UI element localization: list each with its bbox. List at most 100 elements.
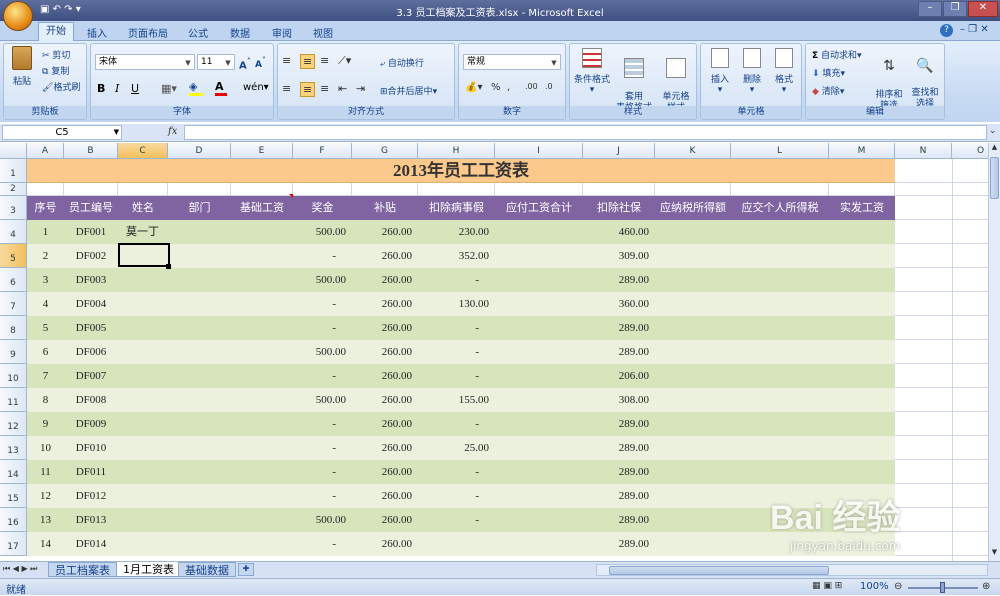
column-header-a[interactable]: A: [27, 143, 64, 159]
cell-name[interactable]: [118, 436, 168, 460]
cell-social-security[interactable]: 289.00: [583, 340, 655, 364]
cell-number[interactable]: 2: [27, 244, 64, 268]
expand-formula-icon[interactable]: ⌄: [989, 126, 997, 136]
cell-allowance[interactable]: 260.00: [352, 388, 418, 412]
tab-insert[interactable]: 插入: [87, 25, 107, 40]
cell-bonus[interactable]: -: [293, 412, 352, 436]
header-cell[interactable]: 应纳税所得额: [655, 196, 731, 220]
column-header-d[interactable]: D: [168, 143, 231, 159]
cell-bonus[interactable]: -: [293, 364, 352, 388]
cell-bonus[interactable]: 500.00: [293, 340, 352, 364]
column-header-c[interactable]: C: [118, 143, 168, 159]
font-name-combo[interactable]: 宋体 ▼: [95, 54, 195, 70]
empty-cell[interactable]: [27, 183, 64, 196]
cell-social-security[interactable]: 289.00: [583, 484, 655, 508]
cell-sick-leave[interactable]: 155.00: [418, 388, 495, 412]
cell-social-security[interactable]: 360.00: [583, 292, 655, 316]
underline-button[interactable]: U: [131, 82, 139, 95]
header-cell[interactable]: 扣除病事假: [418, 196, 495, 220]
increase-indent-button[interactable]: ⇥: [356, 82, 365, 95]
column-header-i[interactable]: I: [495, 143, 583, 159]
format-cells-button[interactable]: 格式 ▾: [769, 48, 799, 95]
column-header-f[interactable]: F: [293, 143, 352, 159]
sheet-title[interactable]: 2013年员工工资表: [27, 159, 895, 183]
cell-bonus[interactable]: 500.00: [293, 220, 352, 244]
column-header-k[interactable]: K: [655, 143, 731, 159]
cell-allowance[interactable]: 260.00: [352, 268, 418, 292]
cell-number[interactable]: 4: [27, 292, 64, 316]
cell-number[interactable]: 7: [27, 364, 64, 388]
cell-employee-id[interactable]: DF011: [64, 460, 118, 484]
cell-allowance[interactable]: 260.00: [352, 460, 418, 484]
empty-cell[interactable]: [352, 183, 418, 196]
cell-employee-id[interactable]: DF008: [64, 388, 118, 412]
row-header-3[interactable]: 3: [0, 196, 27, 220]
align-center-button[interactable]: ≡: [300, 82, 316, 97]
merge-center-button[interactable]: ⊞合并后居中▾: [380, 84, 437, 97]
cell-sick-leave[interactable]: 130.00: [418, 292, 495, 316]
cell-bonus[interactable]: -: [293, 316, 352, 340]
percent-button[interactable]: %: [491, 82, 501, 93]
cell-bonus[interactable]: -: [293, 532, 352, 556]
align-middle-button[interactable]: ≡: [300, 54, 316, 69]
decrease-decimal-button[interactable]: .0: [545, 82, 553, 91]
cut-button[interactable]: ✂ 剪切: [42, 48, 70, 61]
empty-cell[interactable]: [418, 183, 495, 196]
cell-social-security[interactable]: 289.00: [583, 460, 655, 484]
header-cell[interactable]: 奖金: [293, 196, 352, 220]
cell-sick-leave[interactable]: -: [418, 484, 495, 508]
restore-icon[interactable]: ❐: [943, 1, 967, 17]
doc-window-controls[interactable]: – ❐ ✕: [960, 24, 989, 35]
row-header-17[interactable]: 17: [0, 532, 27, 556]
scroll-thumb[interactable]: [990, 157, 999, 199]
zoom-out-icon[interactable]: ⊖: [894, 581, 902, 592]
column-header-j[interactable]: J: [583, 143, 655, 159]
fx-button[interactable]: fx: [168, 126, 177, 137]
header-cell[interactable]: 基础工资: [231, 196, 293, 220]
zoom-slider-thumb[interactable]: [940, 582, 945, 593]
number-format-combo[interactable]: 常规 ▼: [463, 54, 561, 70]
row-header-1[interactable]: 1: [0, 159, 27, 183]
cell-name[interactable]: [118, 340, 168, 364]
cell-allowance[interactable]: 260.00: [352, 292, 418, 316]
cell-employee-id[interactable]: DF005: [64, 316, 118, 340]
grow-font-button[interactable]: A˄: [239, 56, 251, 71]
header-cell[interactable]: 应付工资合计: [495, 196, 583, 220]
cell-social-security[interactable]: 289.00: [583, 532, 655, 556]
cell-number[interactable]: 3: [27, 268, 64, 292]
cell-sick-leave[interactable]: -: [418, 508, 495, 532]
cell-employee-id[interactable]: DF002: [64, 244, 118, 268]
cell-name[interactable]: 莫一丁: [118, 220, 168, 244]
currency-button[interactable]: 💰▾: [465, 82, 482, 93]
cell-number[interactable]: 6: [27, 340, 64, 364]
cell-bonus[interactable]: 500.00: [293, 508, 352, 532]
cell-number[interactable]: 14: [27, 532, 64, 556]
cell-bonus[interactable]: -: [293, 460, 352, 484]
clear-button[interactable]: ◆ 清除▾: [812, 84, 844, 97]
cell-name[interactable]: [118, 532, 168, 556]
row-header-14[interactable]: 14: [0, 460, 27, 484]
empty-cell[interactable]: [118, 183, 168, 196]
office-button[interactable]: [3, 1, 33, 31]
header-cell[interactable]: 部门: [168, 196, 231, 220]
cell-social-security[interactable]: 289.00: [583, 268, 655, 292]
column-header-g[interactable]: G: [352, 143, 418, 159]
cell-employee-id[interactable]: DF003: [64, 268, 118, 292]
cell-allowance[interactable]: 260.00: [352, 412, 418, 436]
header-cell[interactable]: 应交个人所得税: [731, 196, 829, 220]
scroll-down-icon[interactable]: ▼: [989, 548, 1000, 560]
align-bottom-button[interactable]: ≡: [320, 54, 329, 67]
row-header-10[interactable]: 10: [0, 364, 27, 388]
cell-bonus[interactable]: -: [293, 292, 352, 316]
cell-sick-leave[interactable]: -: [418, 460, 495, 484]
header-cell[interactable]: 姓名: [118, 196, 168, 220]
cell-sick-leave[interactable]: [418, 532, 495, 556]
delete-cells-button[interactable]: 删除 ▾: [737, 48, 767, 95]
cell-allowance[interactable]: 260.00: [352, 220, 418, 244]
close-icon[interactable]: ✕: [968, 1, 998, 17]
row-header-5[interactable]: 5: [0, 244, 27, 268]
cell-name[interactable]: [118, 316, 168, 340]
header-cell[interactable]: 补贴: [352, 196, 418, 220]
cell-social-security[interactable]: 289.00: [583, 412, 655, 436]
cell-employee-id[interactable]: DF014: [64, 532, 118, 556]
